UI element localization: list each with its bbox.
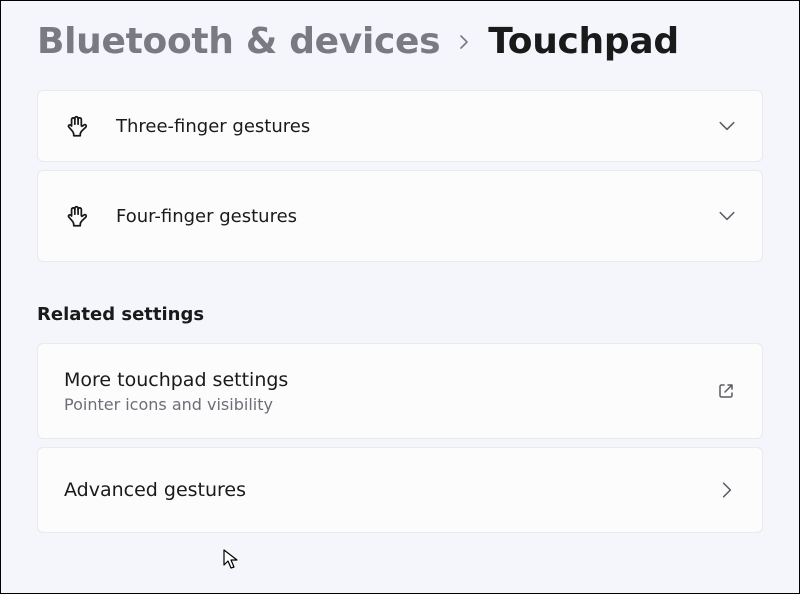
three-finger-gestures-label: Three-finger gestures <box>116 116 718 137</box>
four-finger-gestures-row[interactable]: Four-finger gestures <box>37 170 763 262</box>
open-external-icon <box>716 381 736 401</box>
chevron-right-icon <box>718 481 736 499</box>
breadcrumb: Bluetooth & devices Touchpad <box>37 21 763 62</box>
breadcrumb-parent[interactable]: Bluetooth & devices <box>37 21 440 62</box>
more-touchpad-settings-subtitle: Pointer icons and visibility <box>64 395 716 414</box>
hand-icon <box>64 113 90 139</box>
chevron-right-icon <box>456 34 472 50</box>
related-settings-heading: Related settings <box>37 304 763 325</box>
more-touchpad-settings-row[interactable]: More touchpad settings Pointer icons and… <box>37 343 763 439</box>
advanced-gestures-label: Advanced gestures <box>64 478 718 503</box>
hand-icon <box>64 203 90 229</box>
breadcrumb-current: Touchpad <box>488 21 679 62</box>
chevron-down-icon <box>718 207 736 225</box>
mouse-cursor-icon <box>223 549 241 575</box>
chevron-down-icon <box>718 117 736 135</box>
four-finger-gestures-label: Four-finger gestures <box>116 206 718 227</box>
three-finger-gestures-row[interactable]: Three-finger gestures <box>37 90 763 162</box>
advanced-gestures-row[interactable]: Advanced gestures <box>37 447 763 534</box>
more-touchpad-settings-title: More touchpad settings <box>64 368 716 393</box>
